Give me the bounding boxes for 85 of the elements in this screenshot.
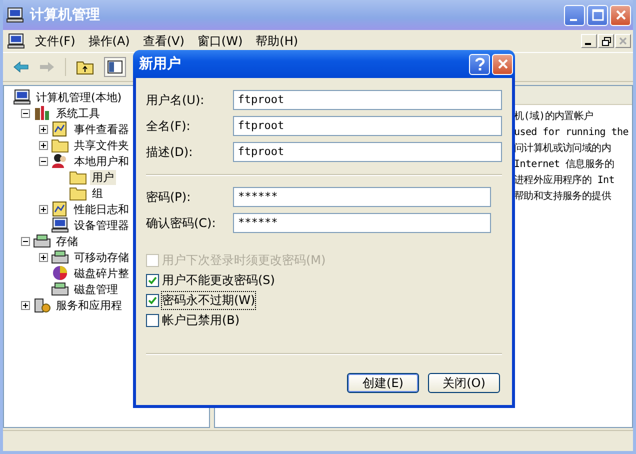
minimize-button[interactable] (581, 34, 597, 48)
description-cell: 帮助和支持服务的提供 (514, 191, 612, 202)
tree-item[interactable]: 服务和应用程 (54, 298, 124, 312)
tree-item[interactable]: 系统工具 (54, 106, 102, 120)
expander-icon[interactable] (39, 124, 48, 134)
tree-item[interactable]: 本地用户和 (72, 154, 131, 168)
password-field[interactable]: ****** (233, 213, 491, 233)
text-field[interactable]: ftproot (232, 116, 502, 136)
tree-item[interactable]: 性能日志和 (72, 202, 131, 216)
tree-item[interactable]: 磁盘管理 (72, 282, 120, 296)
menu-item[interactable]: 帮助(H) (252, 32, 308, 50)
text-field[interactable]: ftproot (232, 142, 502, 162)
checkbox[interactable] (146, 274, 159, 287)
tree-item[interactable]: 计算机管理(本地) (34, 90, 124, 104)
menu-item[interactable]: 操作(A) (84, 32, 139, 50)
field-label: 用户名(U): (146, 92, 206, 108)
field-label: 全名(F): (146, 118, 192, 134)
folder-icon (51, 137, 69, 153)
perf-icon (51, 201, 69, 217)
users-icon (51, 153, 69, 169)
maximize-icon (592, 9, 604, 21)
close-dialog-button[interactable]: 关闭(O) (428, 373, 500, 393)
computer-icon (6, 7, 24, 23)
close-button[interactable] (492, 54, 513, 74)
checkbox-label[interactable]: 密码永不过期(W) (162, 292, 256, 309)
expander-icon[interactable] (21, 236, 30, 246)
defrag-icon (51, 265, 69, 281)
log-icon (51, 121, 69, 137)
expander-icon[interactable] (21, 108, 30, 118)
help-button[interactable] (469, 54, 490, 74)
help-icon (474, 57, 486, 71)
expander-icon[interactable] (39, 140, 48, 150)
close-icon (619, 37, 627, 45)
checkbox[interactable] (146, 294, 159, 307)
field-label: 密码(P): (146, 188, 192, 206)
close-button[interactable] (610, 4, 631, 26)
close-icon (496, 58, 508, 70)
tree-item[interactable]: 存储 (54, 234, 80, 248)
tree-item[interactable]: 可移动存储 (72, 250, 131, 264)
tree-item[interactable]: 共享文件夹 (72, 138, 131, 152)
description-cell: used for running the (514, 127, 628, 138)
description-cell: 机(域)的内置帐户 (514, 111, 594, 122)
device-icon (51, 217, 69, 233)
password-field[interactable]: ****** (233, 187, 491, 207)
folder-icon (69, 185, 87, 201)
tools-icon (33, 105, 51, 121)
expander-icon[interactable] (39, 252, 48, 262)
minimize-icon (570, 18, 576, 20)
folder-icon (69, 169, 87, 185)
tree-item[interactable]: 用户 (90, 170, 116, 184)
restore-button[interactable] (598, 34, 614, 48)
description-cell: 问计算机或访问域的内 (514, 143, 612, 154)
folder-up-icon[interactable] (76, 59, 94, 75)
description-cell: 进程外应用程序的 Int (514, 175, 614, 186)
create-button[interactable]: 创建(E) (347, 373, 419, 393)
dialog-title: 新用户 (139, 55, 182, 73)
maximize-button[interactable] (587, 4, 608, 26)
computer-icon (13, 89, 31, 105)
expander-icon[interactable] (39, 156, 48, 166)
disk-icon (51, 281, 69, 297)
removable-icon (51, 249, 69, 265)
back-arrow-icon[interactable] (13, 61, 29, 73)
description-cell: Internet 信息服务的 (514, 159, 614, 170)
services-icon (33, 297, 51, 313)
tree-item[interactable]: 组 (90, 186, 105, 200)
text-field[interactable]: ftproot (232, 90, 502, 110)
field-label: 确认密码(C): (146, 214, 217, 232)
expander-icon[interactable] (39, 204, 48, 214)
checkbox-label[interactable]: 帐户已禁用(B) (162, 312, 240, 329)
menu-item[interactable]: 文件(F) (31, 32, 84, 50)
window-title: 计算机管理 (30, 6, 101, 24)
checkbox-label[interactable]: 用户不能更改密码(S) (162, 272, 275, 289)
storage-icon (33, 233, 51, 249)
close-icon (614, 9, 626, 21)
tree-toggle-button[interactable] (104, 57, 126, 77)
tree-item[interactable]: 磁盘碎片整 (72, 266, 131, 280)
field-label: 描述(D): (146, 144, 194, 160)
checkbox[interactable] (146, 314, 159, 327)
menu-item[interactable]: 窗口(W) (193, 32, 252, 50)
menu-item[interactable]: 查看(V) (138, 32, 194, 50)
tree-item[interactable]: 事件查看器 (72, 122, 131, 136)
restore-icon (602, 36, 610, 46)
tree-item[interactable]: 设备管理器 (72, 218, 131, 232)
computer-icon (7, 33, 25, 49)
expander-icon[interactable] (21, 300, 30, 310)
